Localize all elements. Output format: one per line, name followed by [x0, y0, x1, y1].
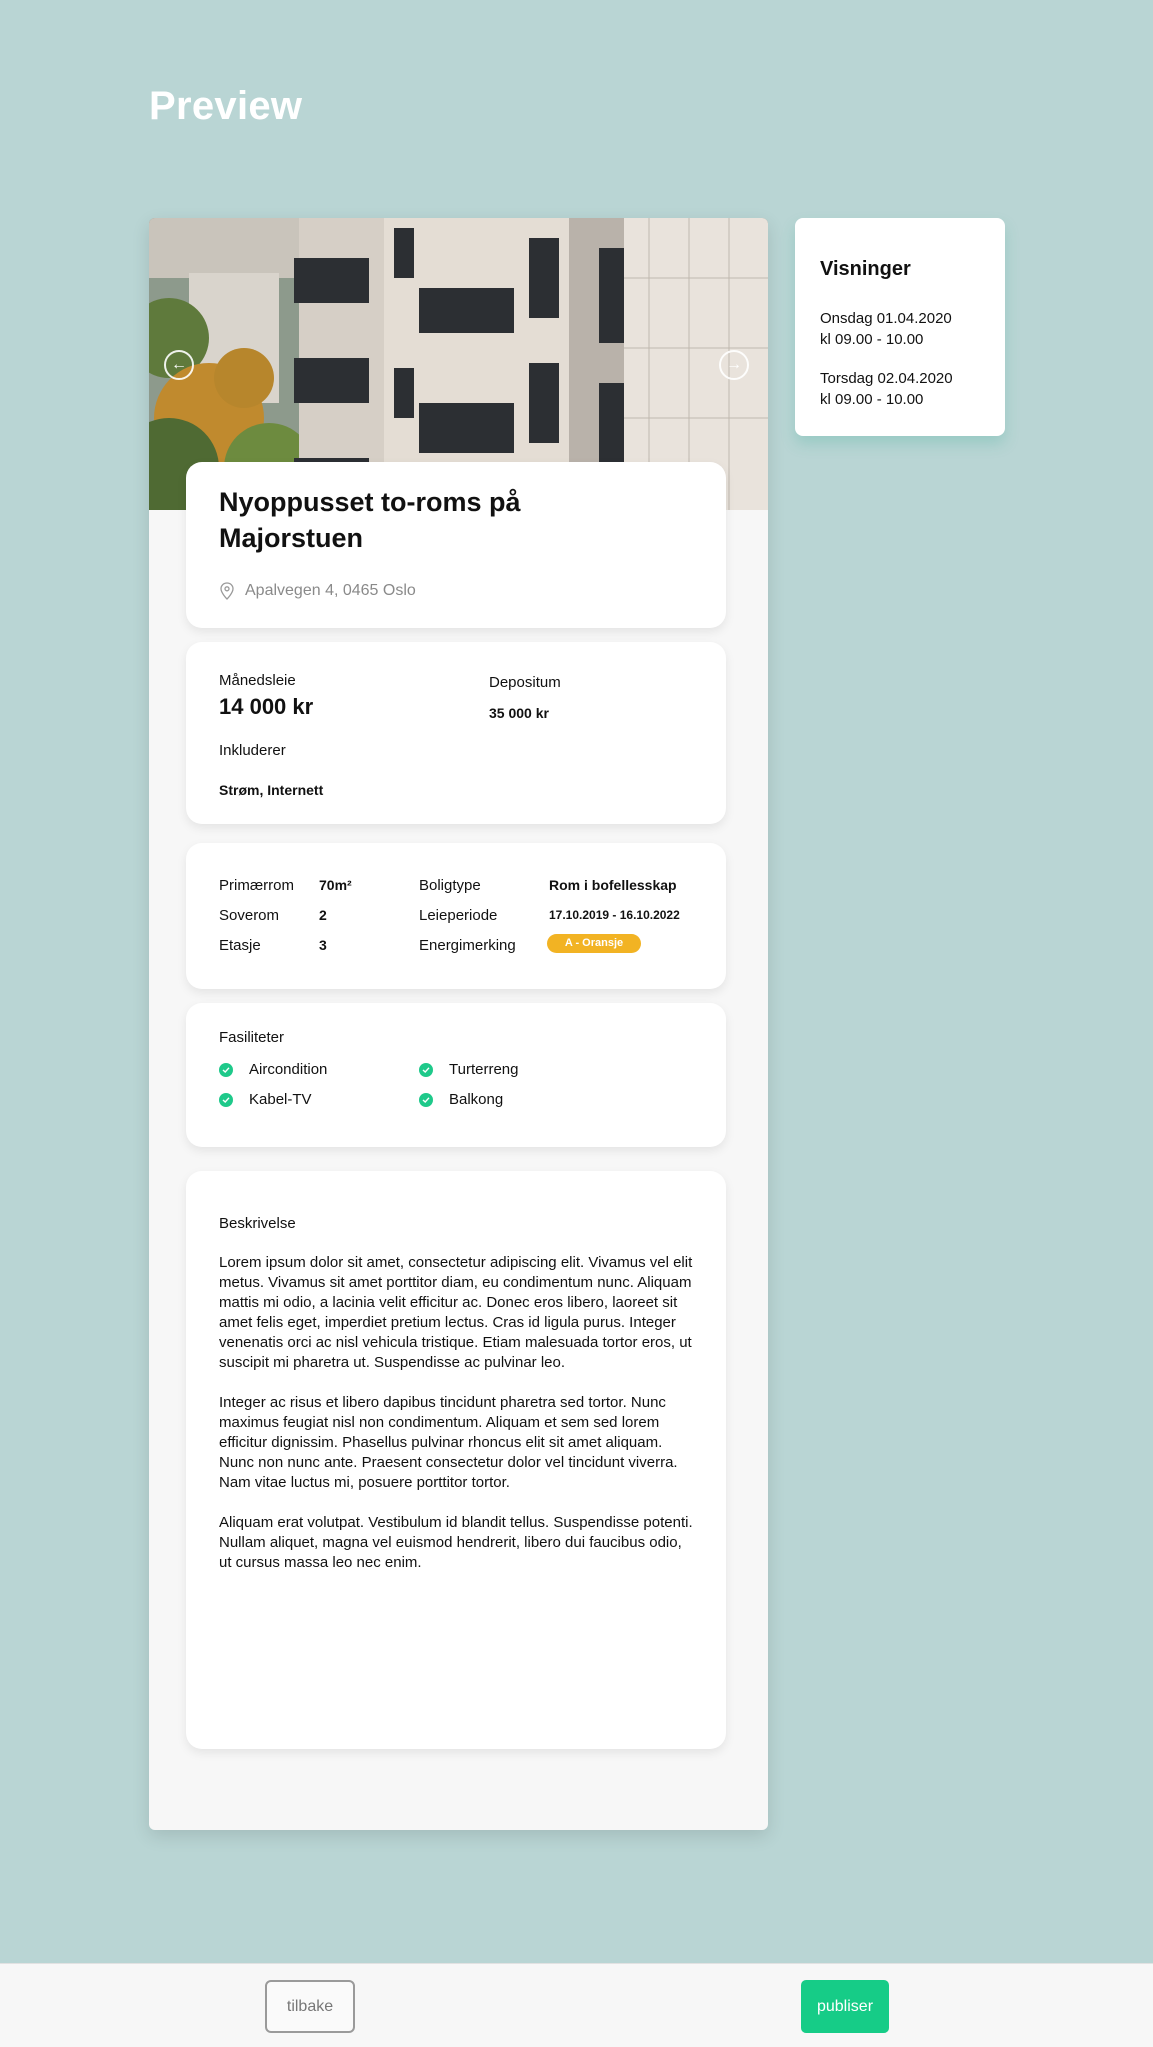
- check-circle-icon: [219, 1062, 233, 1077]
- viewing-item: Onsdag 01.04.2020 kl 09.00 - 10.00: [820, 308, 952, 350]
- check-circle-icon: [219, 1092, 233, 1107]
- page-title: Preview: [149, 84, 303, 128]
- floor-label: Etasje: [219, 937, 261, 954]
- facility-item: Kabel-TV: [219, 1091, 312, 1108]
- facility-item: Turterreng: [419, 1061, 518, 1078]
- facility-label: Kabel-TV: [249, 1091, 312, 1108]
- address-text: Apalvegen 4, 0465 Oslo: [245, 582, 416, 599]
- listing-title: Nyoppusset to-roms på Majorstuen: [219, 487, 521, 553]
- energy-label: Energimerking: [419, 937, 516, 954]
- rental-period-label: Leieperiode: [419, 907, 498, 924]
- description-card: Beskrivelse Lorem ipsum dolor sit amet, …: [186, 1171, 726, 1749]
- description-paragraph: Integer ac risus et libero dapibus tinci…: [219, 1394, 678, 1491]
- publish-button[interactable]: publiser: [801, 1980, 889, 2033]
- arrow-left-circle-icon: ←: [171, 356, 187, 373]
- deposit-label: Depositum: [489, 674, 561, 691]
- back-button[interactable]: tilbake: [265, 1980, 355, 2033]
- property-type-label: Boligtype: [419, 877, 481, 894]
- includes-value: Strøm, Internett: [219, 782, 324, 798]
- description-body: Lorem ipsum dolor sit amet, consectetur …: [219, 1253, 694, 1593]
- photo-prev-button[interactable]: ←: [164, 350, 194, 380]
- footer-bar: tilbake publiser: [0, 1963, 1153, 2047]
- primary-room-label: Primærrom: [219, 877, 294, 894]
- viewing-time: kl 09.00 - 10.00: [820, 331, 924, 348]
- facility-label: Aircondition: [249, 1061, 328, 1078]
- primary-room-value: 70m²: [319, 877, 352, 893]
- photo-next-button[interactable]: →: [719, 350, 749, 380]
- bedrooms-label: Soverom: [219, 907, 280, 924]
- arrow-right-circle-icon: →: [726, 356, 742, 373]
- includes-label: Inkluderer: [219, 742, 286, 759]
- viewings-title: Visninger: [820, 258, 911, 280]
- listing-title-card: Nyoppusset to-roms på Majorstuen Apalveg…: [186, 462, 726, 628]
- viewing-item: Torsdag 02.04.2020 kl 09.00 - 10.00: [820, 368, 953, 410]
- property-type-value: Rom i bofellesskap: [549, 877, 677, 893]
- facility-item: Balkong: [419, 1091, 503, 1108]
- description-paragraph: Lorem ipsum dolor sit amet, consectetur …: [219, 1254, 693, 1371]
- description-title: Beskrivelse: [219, 1215, 296, 1232]
- map-pin-icon: [220, 582, 234, 600]
- description-paragraph: Aliquam erat volutpat. Vestibulum id bla…: [219, 1514, 693, 1571]
- listing-address: Apalvegen 4, 0465 Oslo: [219, 582, 416, 600]
- facilities-card: Fasiliteter Aircondition Kabel-TV Turter…: [186, 1003, 726, 1147]
- facility-label: Balkong: [449, 1091, 504, 1108]
- energy-rating-badge: A - Oransje: [547, 934, 641, 953]
- rent-label: Månedsleie: [219, 672, 296, 689]
- facilities-title: Fasiliteter: [219, 1029, 285, 1046]
- check-circle-icon: [419, 1092, 433, 1107]
- rent-value: 14 000 kr: [219, 694, 314, 719]
- rental-period-value: 17.10.2019 - 16.10.2022: [549, 908, 680, 922]
- listing-preview-card: ← → Nyoppusset to-roms på Majorstuen Apa…: [149, 218, 768, 1830]
- check-circle-icon: [419, 1062, 433, 1077]
- viewings-card: Visninger Onsdag 01.04.2020 kl 09.00 - 1…: [795, 218, 1005, 436]
- viewing-day: Onsdag 01.04.2020: [820, 310, 952, 327]
- bedrooms-value: 2: [319, 907, 327, 923]
- viewing-day: Torsdag 02.04.2020: [820, 370, 953, 387]
- deposit-value: 35 000 kr: [489, 705, 549, 721]
- floor-value: 3: [319, 937, 327, 953]
- price-card: Månedsleie 14 000 kr Depositum 35 000 kr…: [186, 642, 726, 824]
- facility-label: Turterreng: [449, 1061, 519, 1078]
- details-card: Primærrom 70m² Soverom 2 Etasje 3 Boligt…: [186, 843, 726, 989]
- viewing-time: kl 09.00 - 10.00: [820, 391, 924, 408]
- facility-item: Aircondition: [219, 1061, 327, 1078]
